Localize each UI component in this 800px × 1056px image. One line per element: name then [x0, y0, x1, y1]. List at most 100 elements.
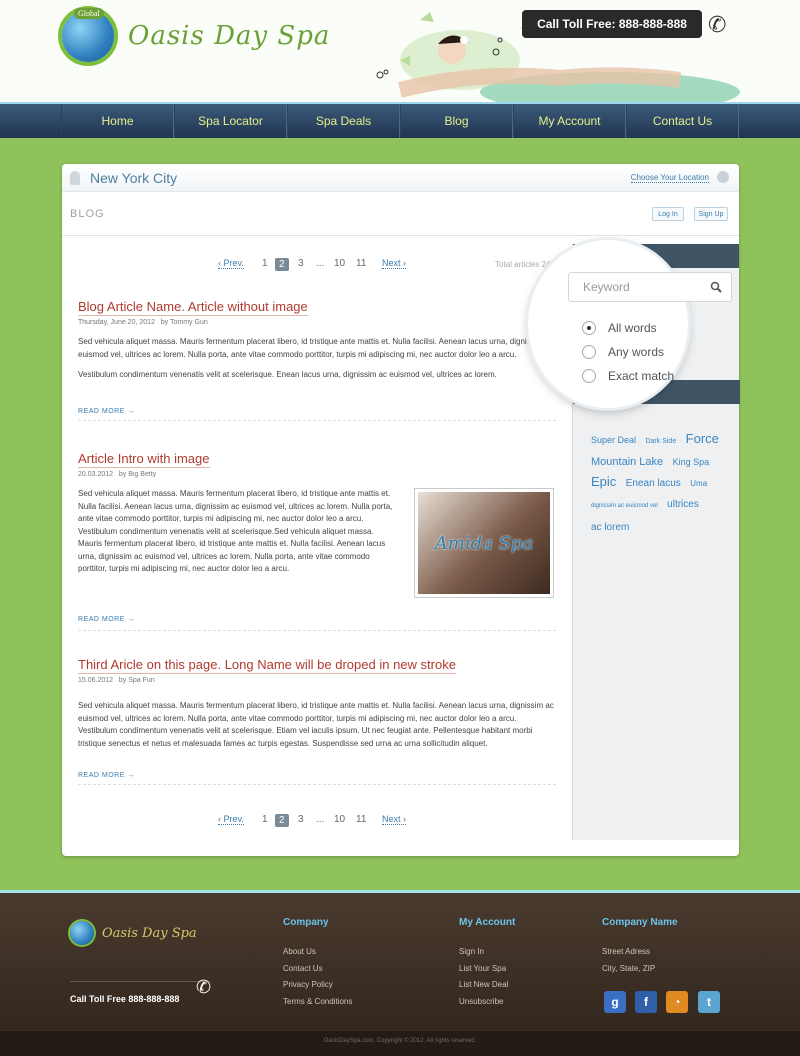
- article-text: Sed vehicula aliquet massa. Mauris ferme…: [78, 337, 554, 359]
- footer-link[interactable]: Sign In: [459, 944, 515, 961]
- read-more-link[interactable]: READ MORE →: [78, 772, 135, 779]
- footer-company-name: Company Name Street Adress City, State, …: [602, 917, 678, 977]
- logo-text: Oasis Day Spa: [128, 21, 331, 51]
- pager-page[interactable]: 3: [298, 258, 304, 269]
- google-plus-icon[interactable]: g: [604, 991, 626, 1013]
- article-meta: 20.03.2012 by Big Betty: [78, 471, 157, 478]
- article-image[interactable]: Amida Spa: [414, 488, 554, 598]
- twitter-icon[interactable]: t: [698, 991, 720, 1013]
- pager-page[interactable]: 11: [356, 814, 366, 825]
- pager-prev[interactable]: ‹ Prev.: [218, 258, 244, 269]
- footer-link[interactable]: Terms & Conditions: [283, 994, 352, 1011]
- radio-all-words[interactable]: All words: [582, 321, 657, 335]
- page-title: BLOG: [70, 208, 105, 220]
- pager-next[interactable]: Next ›: [382, 258, 407, 269]
- phone-icon: ✆: [196, 977, 212, 997]
- footer-logo[interactable]: Oasis Day Spa: [70, 921, 197, 945]
- footer-address: Street Adress: [602, 947, 651, 956]
- article-text: Vestibulum condimentum venenatis velit a…: [78, 726, 533, 748]
- radio-any-words[interactable]: Any words: [582, 345, 664, 359]
- logo-badge: Global: [74, 8, 104, 19]
- read-more-link[interactable]: READ MORE →: [78, 408, 135, 415]
- image-caption: Amida Spa: [434, 532, 534, 554]
- blog-bar: BLOG Log In Sign Up: [62, 192, 739, 236]
- keyword-input[interactable]: Keyword: [568, 272, 732, 302]
- article-title[interactable]: Blog Article Name. Article without image: [78, 299, 308, 316]
- tag-link[interactable]: Mountain Lake: [591, 456, 663, 468]
- nav-spa-locator[interactable]: Spa Locator: [174, 104, 287, 138]
- main-nav: Home Spa Locator Spa Deals Blog My Accou…: [0, 102, 800, 138]
- copyright: OasisDaySpa.com. Copyright © 2012. All r…: [323, 1038, 477, 1044]
- article-meta: 15.06.2012 by Spa Fun: [78, 677, 155, 684]
- pager-page[interactable]: 10: [334, 814, 345, 825]
- divider: [78, 784, 556, 785]
- footer-link[interactable]: Unsubscribe: [459, 994, 515, 1011]
- pager-page[interactable]: 10: [334, 258, 345, 269]
- pager-bottom: ‹ Prev. 1 2 3 ... 10 11 Next ›: [72, 814, 572, 830]
- radio-button[interactable]: [582, 345, 596, 359]
- divider: [78, 630, 556, 631]
- pager-page[interactable]: 3: [298, 814, 304, 825]
- nav-home[interactable]: Home: [61, 104, 174, 138]
- toll-free-phone[interactable]: Call Toll Free: 888-888-888: [522, 10, 702, 38]
- tag-link[interactable]: Force: [686, 431, 719, 446]
- article-text: Sed vehicula aliquet massa. Mauris ferme…: [78, 701, 554, 723]
- read-more-link[interactable]: READ MORE →: [78, 616, 135, 623]
- pager-top: ‹ Prev. 1 2 3 ... 10 11 Next › Total art…: [72, 258, 572, 274]
- article-title[interactable]: Third Aricle on this page. Long Name wil…: [78, 657, 456, 674]
- tag-link[interactable]: King Spa: [673, 457, 710, 467]
- tag-link[interactable]: Super Deal: [591, 435, 636, 445]
- pager-page[interactable]: 1: [262, 814, 268, 825]
- footer-link[interactable]: About Us: [283, 944, 352, 961]
- footer-link[interactable]: Contact Us: [283, 961, 352, 978]
- tag-cloud: Super Deal Dark Side Force Mountain Lake…: [591, 429, 731, 537]
- pager-next[interactable]: Next ›: [382, 814, 407, 825]
- tag-link[interactable]: Epic: [591, 474, 616, 489]
- nav-contact-us[interactable]: Contact Us: [626, 104, 739, 138]
- header: Global Oasis Day Spa Call Toll Free: 888…: [0, 0, 800, 102]
- footer-account: My Account Sign In List Your Spa List Ne…: [459, 917, 515, 1011]
- tag-link[interactable]: Enean lacus: [626, 478, 681, 489]
- nav-spa-deals[interactable]: Spa Deals: [287, 104, 400, 138]
- city-bar: New York City Choose Your Location: [62, 164, 739, 192]
- tag-link[interactable]: dignissim ac euismod vel: [591, 503, 658, 509]
- footer-address: City, State, ZIP: [602, 963, 656, 973]
- tag-link[interactable]: ultrices: [667, 499, 699, 510]
- pager-page[interactable]: 11: [356, 258, 366, 269]
- logo[interactable]: Global Oasis Day Spa: [62, 8, 331, 62]
- article-title[interactable]: Article Intro with image: [78, 451, 210, 468]
- pager-current[interactable]: 2: [275, 814, 289, 827]
- nav-my-account[interactable]: My Account: [513, 104, 626, 138]
- login-button[interactable]: Log In: [652, 207, 684, 221]
- radio-button[interactable]: [582, 369, 596, 383]
- tag-link[interactable]: Dark Side: [645, 438, 676, 445]
- choose-location-link[interactable]: Choose Your Location: [630, 173, 709, 183]
- footer-call: Call Toll Free 888-888-888: [70, 981, 210, 1004]
- building-icon: [70, 171, 80, 185]
- facebook-icon[interactable]: f: [635, 991, 657, 1013]
- tag-link[interactable]: Uma: [690, 479, 707, 488]
- article-text: Vestibulum condimentum venenatis velit a…: [78, 526, 386, 574]
- nav-blog[interactable]: Blog: [400, 104, 513, 138]
- article-text: Sed vehicula aliquet massa. Mauris ferme…: [78, 489, 393, 523]
- footer-link[interactable]: Privacy Policy: [283, 977, 352, 994]
- rss-icon[interactable]: ◔: [666, 991, 688, 1013]
- radio-button[interactable]: [582, 321, 596, 335]
- pager-page[interactable]: 1: [262, 258, 268, 269]
- signup-button[interactable]: Sign Up: [694, 207, 728, 221]
- radio-exact-match[interactable]: Exact match: [582, 369, 674, 383]
- total-articles: Total articles 24: [495, 260, 551, 269]
- article: Blog Article Name. Article without image…: [78, 298, 556, 421]
- tag-link[interactable]: ac lorem: [591, 522, 629, 533]
- article-text: Vestibulum condimentum venenatis velit a…: [78, 370, 497, 379]
- pager-current[interactable]: 2: [275, 258, 289, 271]
- article-meta: Thursday, June 20, 2012 by Tommy Gun: [78, 319, 208, 326]
- footer-link[interactable]: List New Deal: [459, 977, 515, 994]
- phone-icon: ✆: [708, 12, 727, 37]
- location-pin-icon[interactable]: [717, 171, 729, 183]
- divider: [78, 420, 556, 421]
- search-icon[interactable]: [710, 281, 722, 293]
- footer-link[interactable]: List Your Spa: [459, 961, 515, 978]
- pager-ellipsis: ...: [316, 814, 325, 825]
- pager-prev[interactable]: ‹ Prev.: [218, 814, 244, 825]
